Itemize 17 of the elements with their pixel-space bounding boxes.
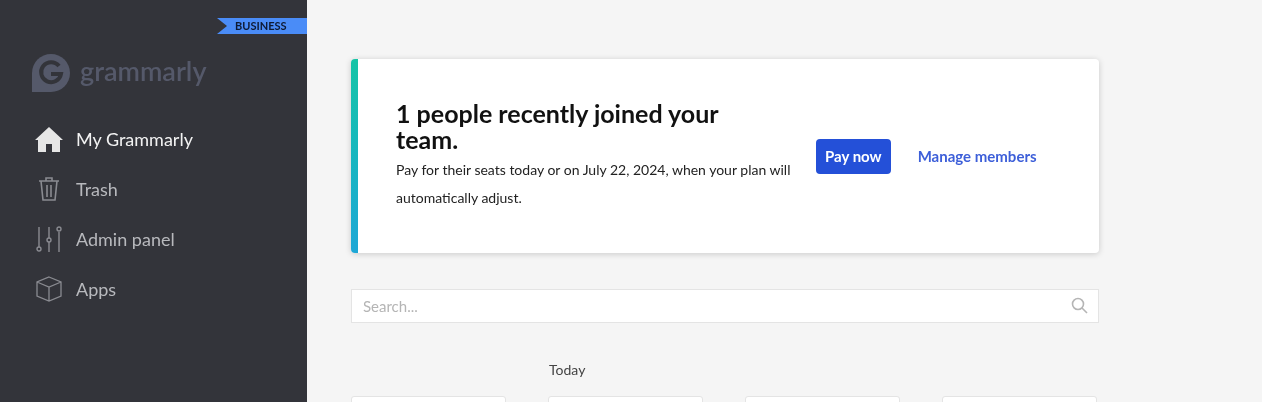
box-icon (36, 276, 62, 302)
notice-title: 1 people recently joined your team. (396, 100, 720, 152)
search-icon (1071, 297, 1088, 314)
sidebar-item[interactable]: Apps (34, 275, 307, 303)
group-label: Today (549, 360, 586, 380)
trash-icon (37, 176, 61, 202)
plan-badge: BUSINESS (217, 18, 307, 34)
search-field[interactable]: Search... (351, 289, 1099, 323)
sliders-icon (36, 226, 62, 252)
logo-icon (32, 54, 70, 92)
home-icon (34, 125, 64, 153)
sidebar-item[interactable]: Trash (34, 175, 307, 203)
sidebar-item[interactable]: My Grammarly (34, 125, 307, 153)
pay-now-button[interactable]: Pay now (816, 138, 891, 174)
manage-members-link[interactable]: Manage members (917, 144, 1037, 168)
notice-text: Pay for their seats today or on July 22, 2024, when your plan will automatically adjust. (396, 160, 792, 208)
sidebar-item[interactable]: Admin panel (34, 225, 307, 253)
